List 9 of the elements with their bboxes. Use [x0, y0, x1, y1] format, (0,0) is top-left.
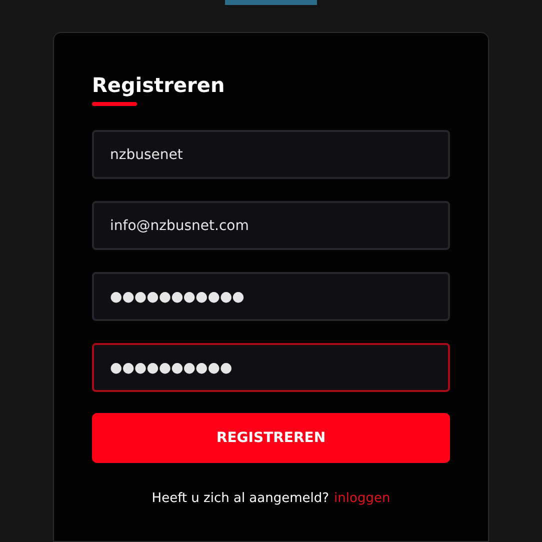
- input-field[interactable]: nzbusenet: [92, 130, 450, 179]
- input-field[interactable]: info@nzbusnet.com: [92, 201, 450, 250]
- title-underline: [92, 102, 137, 106]
- form-title: Registreren: [92, 72, 225, 99]
- input-field[interactable]: ●●●●●●●●●●: [92, 343, 450, 392]
- login-link[interactable]: inloggen: [334, 489, 390, 508]
- login-prompt: Heeft u zich al aangemeld?: [152, 490, 330, 508]
- register-button[interactable]: REGISTREREN: [92, 413, 450, 463]
- input-field[interactable]: ●●●●●●●●●●●: [92, 272, 450, 321]
